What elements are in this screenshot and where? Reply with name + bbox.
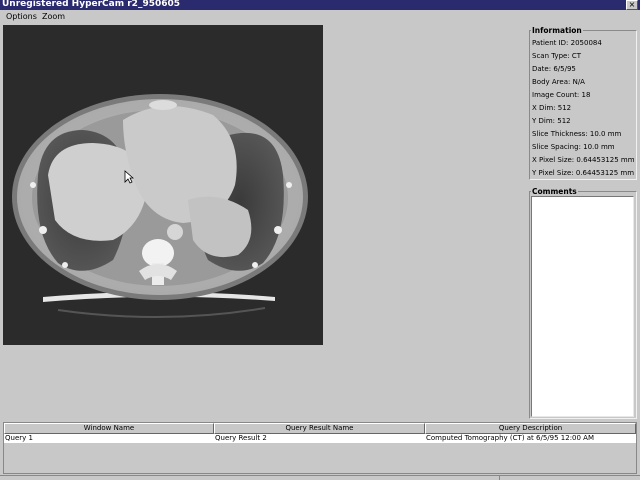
ct-image-viewer[interactable] xyxy=(3,25,323,345)
menu-options[interactable]: Options xyxy=(6,12,37,22)
status-segment xyxy=(0,476,500,480)
column-header-query-description[interactable]: Query Description xyxy=(425,423,636,434)
cell-window-name: Query 1 xyxy=(5,434,33,442)
info-x-dim: X Dim: 512 xyxy=(532,104,572,112)
info-slice-thickness: Slice Thickness: 10.0 mm xyxy=(532,130,622,138)
ct-scan-image xyxy=(12,94,308,319)
info-x-pixel-size: X Pixel Size: 0.64453125 mm xyxy=(532,156,635,164)
info-patient-id: Patient ID: 2050084 xyxy=(532,39,602,47)
info-y-pixel-size: Y Pixel Size: 0.64453125 mm xyxy=(532,169,635,177)
info-scan-type: Scan Type: CT xyxy=(532,52,582,60)
info-slice-spacing: Slice Spacing: 10.0 mm xyxy=(532,143,615,151)
close-icon[interactable]: × xyxy=(626,0,638,10)
comments-panel: Comments xyxy=(529,187,637,419)
info-body-area: Body Area: N/A xyxy=(532,78,585,86)
window-title: Unregistered HyperCam r2_950605 xyxy=(2,0,181,9)
info-image-count: Image Count: 18 xyxy=(532,91,591,99)
information-label: Information xyxy=(531,26,583,35)
info-y-dim: Y Dim: 512 xyxy=(532,117,571,125)
mouse-cursor-icon xyxy=(124,170,134,184)
menu-bar: Options Zoom xyxy=(0,10,640,24)
status-bar xyxy=(0,475,640,480)
comments-label: Comments xyxy=(531,187,578,196)
information-panel: Information Patient ID: 2050084 Scan Typ… xyxy=(529,26,637,180)
title-bar: Unregistered HyperCam r2_950605 × xyxy=(0,0,640,10)
query-results-table: Window Name Query Result Name Query Desc… xyxy=(3,422,637,474)
table-header: Window Name Query Result Name Query Desc… xyxy=(4,423,636,434)
column-header-query-result-name[interactable]: Query Result Name xyxy=(214,423,425,434)
menu-zoom[interactable]: Zoom xyxy=(42,12,65,22)
comments-textarea[interactable] xyxy=(531,196,634,417)
table-row[interactable]: Query 1 Query Result 2 Computed Tomograp… xyxy=(4,434,636,443)
cell-query-result-name: Query Result 2 xyxy=(215,434,267,442)
cell-query-description: Computed Tomography (CT) at 6/5/95 12:00… xyxy=(426,434,595,442)
info-date: Date: 6/5/95 xyxy=(532,65,576,73)
column-header-window-name[interactable]: Window Name xyxy=(4,423,214,434)
